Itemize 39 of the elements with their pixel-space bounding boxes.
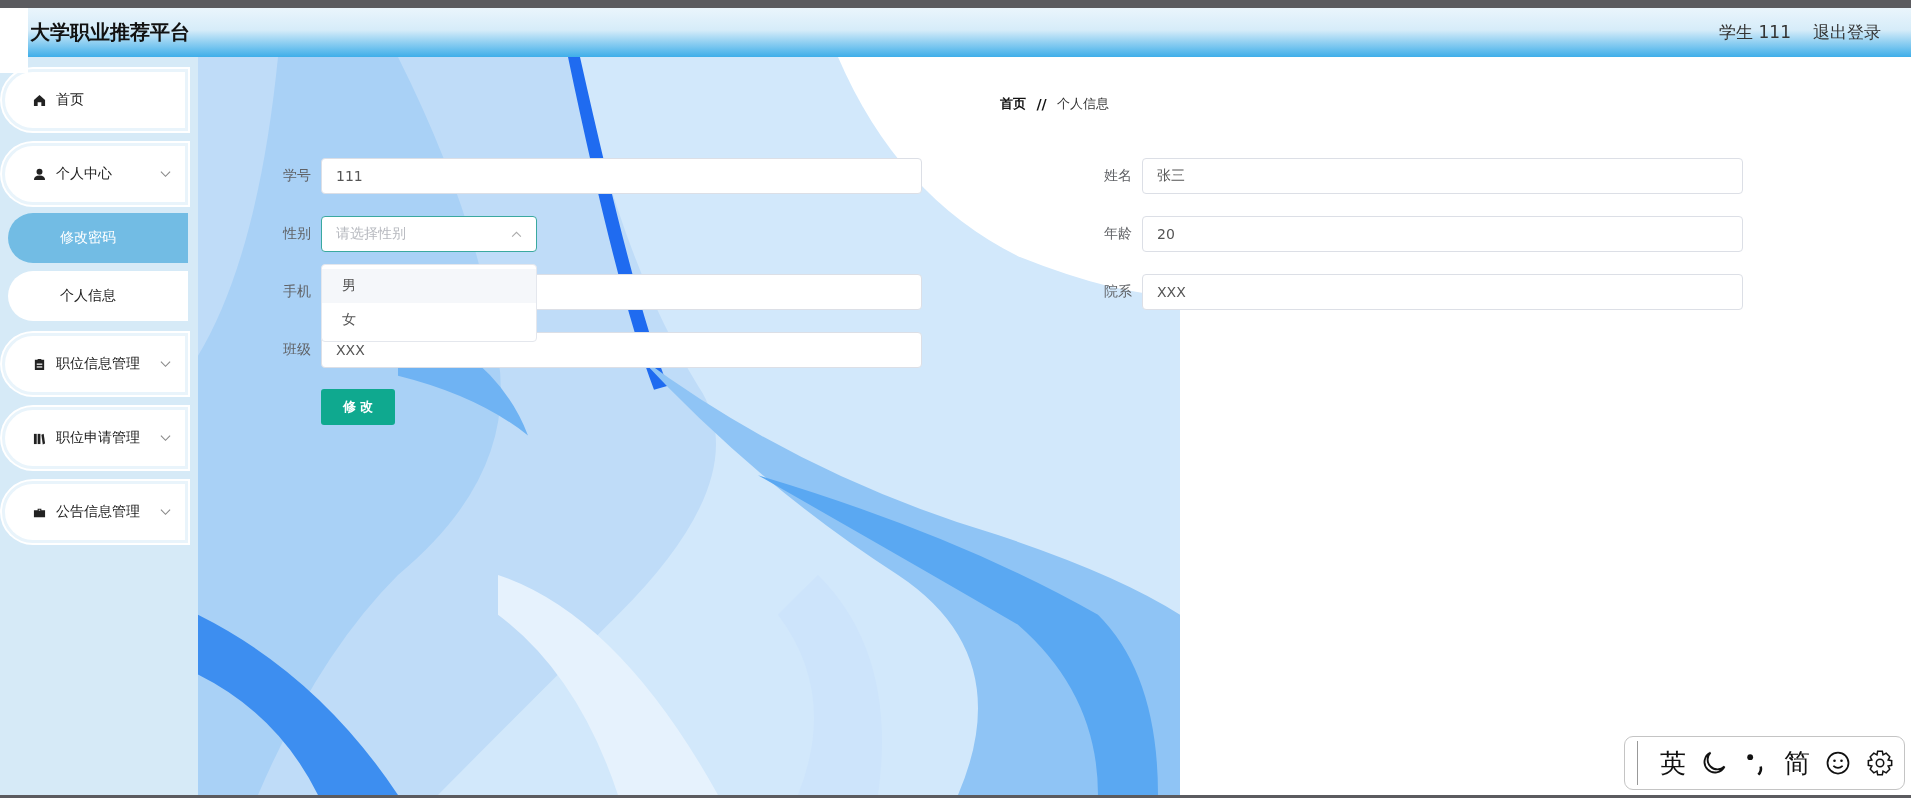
menu-item[interactable]: 个人中心 bbox=[2, 143, 188, 205]
field-label: 班级 bbox=[282, 341, 312, 359]
field-label: 手机 bbox=[282, 283, 312, 301]
logo-area bbox=[0, 8, 28, 73]
breadcrumb-separator: // bbox=[1036, 96, 1047, 112]
menu-item[interactable]: 职位信息管理 bbox=[2, 333, 188, 395]
breadcrumb-link[interactable]: 首页 bbox=[1000, 95, 1027, 113]
field-label: 学号 bbox=[282, 167, 312, 185]
user-icon bbox=[33, 167, 46, 181]
settings-icon[interactable] bbox=[1866, 749, 1894, 777]
chevron-down-icon bbox=[160, 360, 171, 368]
breadcrumb-link[interactable]: 个人信息 bbox=[1056, 95, 1109, 113]
books-icon bbox=[33, 431, 46, 445]
chevron-icon bbox=[511, 230, 522, 238]
input-field[interactable]: 20 bbox=[1142, 216, 1743, 252]
smiley-icon[interactable] bbox=[1824, 749, 1852, 777]
script-toggle[interactable]: 简 bbox=[1784, 745, 1810, 781]
input-mode-toggle[interactable]: 英 bbox=[1660, 745, 1686, 781]
site-title: 大学职业推荐平台 bbox=[30, 19, 190, 46]
menu-item[interactable]: 职位申请管理 bbox=[2, 407, 188, 469]
menu-item[interactable]: 公告信息管理 bbox=[2, 481, 188, 543]
input-field[interactable]: XXX bbox=[321, 332, 922, 368]
dropdown-option[interactable]: 男 bbox=[322, 269, 536, 303]
field-label: 性别 bbox=[281, 225, 312, 243]
field-label: 院系 bbox=[1103, 283, 1133, 301]
field-label: 年龄 bbox=[1103, 225, 1133, 243]
field-label: 姓名 bbox=[1103, 167, 1133, 185]
clipboard-icon bbox=[33, 357, 46, 371]
chevron-down-icon bbox=[160, 434, 171, 442]
logout-link[interactable]: 退出登录 bbox=[1813, 21, 1881, 44]
input-field[interactable]: 张三 bbox=[1142, 158, 1743, 194]
input-field[interactable]: 111 bbox=[321, 158, 922, 194]
chevron-down-icon bbox=[160, 508, 171, 516]
input-field[interactable]: XXX bbox=[1142, 274, 1743, 310]
user-label: 学生 111 bbox=[1719, 21, 1791, 44]
chevron-down-icon bbox=[160, 170, 171, 178]
home-icon bbox=[33, 93, 46, 107]
submenu-item[interactable]: 个人信息 bbox=[8, 271, 188, 321]
menu-item[interactable]: 首页 bbox=[2, 69, 188, 131]
